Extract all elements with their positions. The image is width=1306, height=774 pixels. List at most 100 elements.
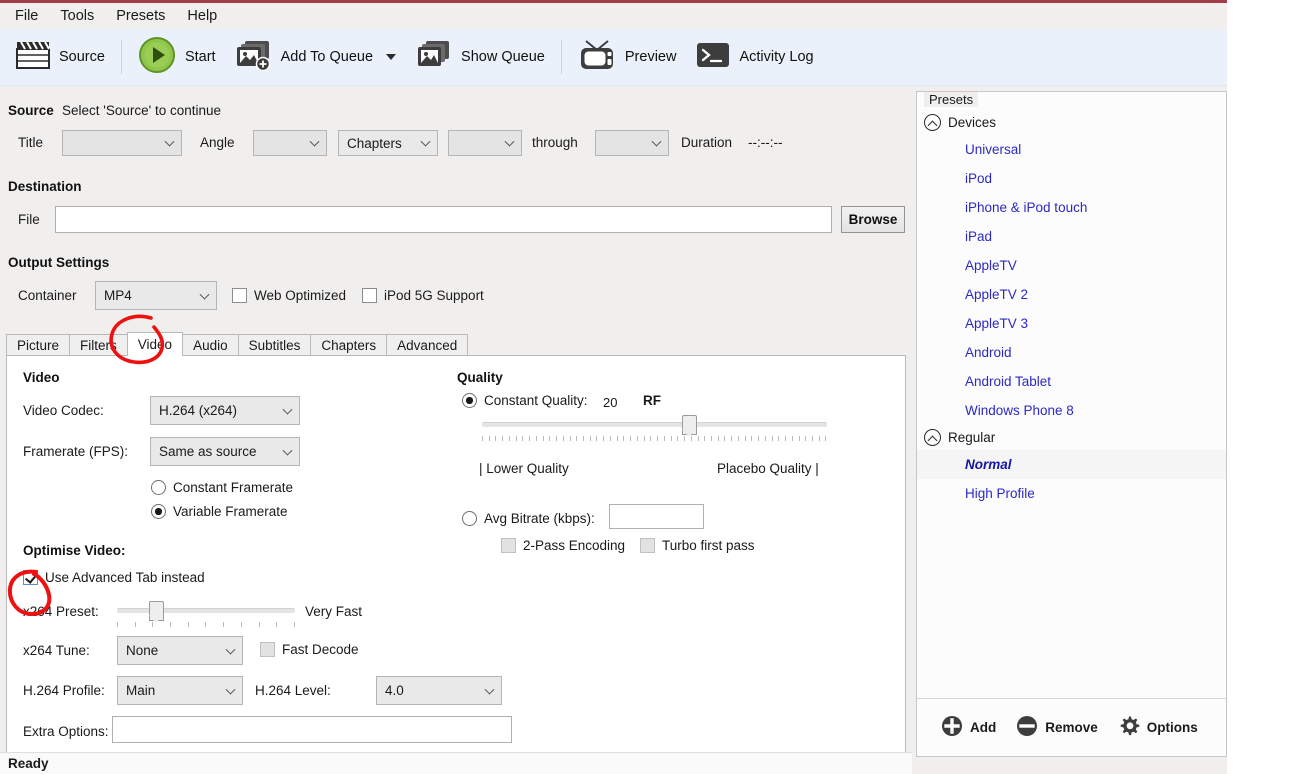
preset-item[interactable]: Android [917,338,1226,367]
menu-bar: File Tools Presets Help [0,3,1227,29]
two-pass-encoding-checkbox[interactable]: 2-Pass Encoding [501,538,625,553]
chevron-down-icon [504,136,515,147]
destination-file-input[interactable] [55,206,832,233]
menu-file[interactable]: File [4,5,49,27]
tab-video[interactable]: Video [126,332,184,356]
x264-preset-thumb[interactable] [148,601,164,623]
chapter-start-dropdown[interactable] [448,130,522,156]
handbrake-window: File Tools Presets Help Source Start Add… [0,0,1227,774]
menu-help[interactable]: Help [176,5,228,27]
fast-decode-checkbox[interactable]: Fast Decode [260,642,359,657]
remove-preset-button[interactable]: Remove [1010,711,1104,744]
browse-button[interactable]: Browse [841,206,905,233]
chevron-down-icon [651,136,662,147]
range-type-dropdown[interactable]: Chapters [338,130,438,156]
x264-preset-value: Very Fast [305,604,363,619]
chevron-down-icon [420,136,431,147]
preset-item[interactable]: iPad [917,222,1226,251]
chevron-down-icon [225,684,236,695]
tab-picture[interactable]: Picture [6,334,71,356]
use-advanced-tab-checkbox[interactable]: Use Advanced Tab instead [23,570,205,585]
angle-dropdown[interactable] [253,130,327,156]
preset-item[interactable]: Android Tablet [917,367,1226,396]
variable-framerate-radio[interactable]: Variable Framerate [151,504,288,519]
lower-quality-label: | Lower Quality [479,461,569,476]
fast-decode-box [260,642,275,657]
add-to-queue-label: Add To Queue [280,49,374,65]
video-codec-value: H.264 (x264) [159,403,238,418]
two-pass-label: 2-Pass Encoding [523,538,626,553]
extra-options-input[interactable] [112,716,512,743]
destination-heading: Destination [8,179,82,194]
turbo-box [640,538,655,553]
preset-group-devices[interactable]: Devices [917,110,1226,135]
quality-slider-thumb[interactable] [681,415,697,437]
framerate-dropdown[interactable]: Same as source [150,437,300,466]
extra-options-value [113,717,511,727]
preset-item[interactable]: AppleTV 3 [917,309,1226,338]
activity-log-label: Activity Log [739,49,814,65]
preview-button[interactable]: Preview [568,33,687,81]
container-dropdown[interactable]: MP4 [95,281,217,310]
h264-profile-dropdown[interactable]: Main [117,676,243,705]
constant-quality-radio[interactable]: Constant Quality: [462,393,588,408]
preset-item[interactable]: Normal [917,450,1226,479]
avg-bitrate-radio[interactable]: Avg Bitrate (kbps): [462,511,595,526]
preset-item[interactable]: AppleTV 2 [917,280,1226,309]
add-to-queue-button[interactable]: Add To Queue [226,33,406,81]
avg-bitrate-value [610,505,703,513]
quality-slider-ticks [482,436,827,441]
chevron-down-icon[interactable] [386,54,397,60]
framerate-value: Same as source [159,444,257,459]
web-optimized-box [232,288,247,303]
constant-framerate-radio[interactable]: Constant Framerate [151,480,293,495]
activity-log-button[interactable]: Activity Log [686,33,823,81]
start-button[interactable]: Start [128,33,226,81]
preset-item[interactable]: iPod [917,164,1226,193]
preset-item[interactable]: Universal [917,135,1226,164]
two-pass-box [501,538,516,553]
source-button-label: Source [59,49,105,65]
tab-audio[interactable]: Audio [182,334,239,356]
add-preset-button[interactable]: Add [935,711,1002,744]
ipod5g-box [362,288,377,303]
preset-item[interactable]: AppleTV [917,251,1226,280]
chapter-end-dropdown[interactable] [595,130,669,156]
x264-tune-dropdown[interactable]: None [117,636,243,665]
use-advanced-tab-label: Use Advanced Tab instead [45,570,205,585]
turbo-first-pass-checkbox[interactable]: Turbo first pass [640,538,755,553]
angle-label: Angle [200,135,235,150]
preset-item[interactable]: Windows Phone 8 [917,396,1226,425]
ipod5g-checkbox[interactable]: iPod 5G Support [362,288,484,303]
preset-item[interactable]: High Profile [917,479,1226,508]
menu-presets[interactable]: Presets [105,5,176,27]
terminal-icon [696,41,730,74]
x264-preset-slider[interactable] [117,601,295,627]
through-label: through [532,135,578,150]
tab-filters[interactable]: Filters [69,334,128,356]
chevron-up-circle-icon[interactable] [924,114,941,131]
clapperboard-icon [16,40,50,75]
remove-preset-label: Remove [1045,720,1098,735]
menu-tools[interactable]: Tools [49,5,105,27]
tab-chapters[interactable]: Chapters [310,334,388,356]
source-heading: Source [8,103,54,118]
h264-level-dropdown[interactable]: 4.0 [376,676,502,705]
x264-preset-track [117,601,295,623]
preset-options-button[interactable]: Options [1112,711,1204,744]
chevron-down-icon [199,289,210,300]
tab-advanced[interactable]: Advanced [386,334,469,356]
show-queue-button[interactable]: Show Queue [406,33,555,81]
chevron-down-icon [282,404,293,415]
web-optimized-checkbox[interactable]: Web Optimized [232,288,346,303]
avg-bitrate-input[interactable] [609,504,704,529]
source-button[interactable]: Source [6,33,115,81]
title-dropdown[interactable] [62,130,182,156]
chevron-up-circle-icon[interactable] [924,429,941,446]
quality-slider[interactable] [482,415,827,441]
preset-item[interactable]: iPhone & iPod touch [917,193,1226,222]
video-codec-dropdown[interactable]: H.264 (x264) [150,396,300,425]
chevron-down-icon [164,136,175,147]
tab-subtitles[interactable]: Subtitles [237,334,312,356]
preset-group-regular[interactable]: Regular [917,425,1226,450]
